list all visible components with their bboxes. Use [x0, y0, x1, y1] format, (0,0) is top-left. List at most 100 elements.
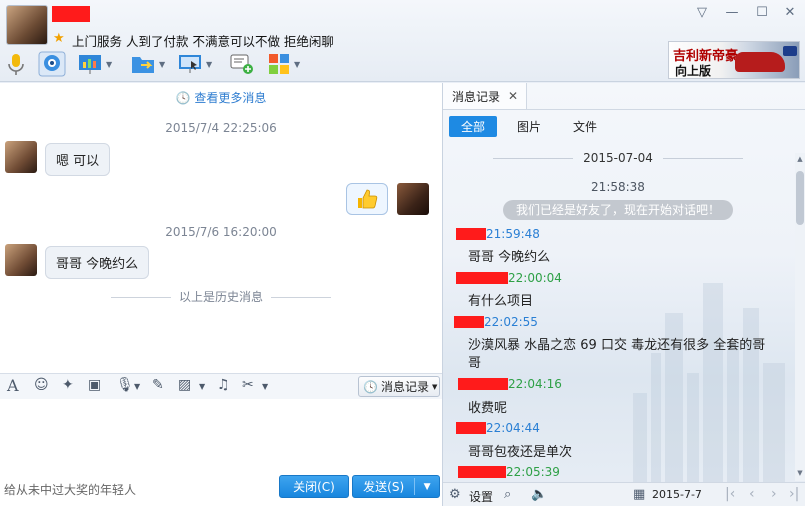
message-bubble-self	[346, 183, 388, 215]
remote-demo-button[interactable]: ▼	[78, 50, 112, 78]
sender-name-redacted	[458, 378, 508, 390]
screenshot-scissors-icon[interactable]: ✂	[242, 377, 254, 393]
tab-underline	[527, 109, 805, 110]
apps-button[interactable]: ▼	[268, 50, 300, 78]
chevron-down-icon[interactable]: ▼	[106, 60, 112, 69]
message-history-button[interactable]: 🕓 消息记录 ▼	[358, 376, 440, 397]
minimize-icon[interactable]: —	[722, 5, 742, 20]
voice-call-button[interactable]	[6, 50, 26, 78]
contact-avatar[interactable]	[6, 5, 48, 45]
prev-page-icon[interactable]: ‹	[749, 486, 755, 502]
voice-message-icon[interactable]: 🎙	[116, 377, 134, 393]
input-placeholder: 给从未中过大奖的年轻人	[4, 483, 137, 497]
contact-avatar-small[interactable]	[5, 141, 37, 173]
presentation-chart-icon	[79, 55, 101, 74]
star-icon: ★	[53, 31, 65, 46]
scrollbar-thumb[interactable]	[796, 171, 804, 225]
chevron-down-icon[interactable]: ▼	[159, 60, 165, 69]
tab-message-history[interactable]: 消息记录 ✕	[443, 83, 527, 110]
history-message: 收费呢	[468, 401, 508, 416]
history-message: 哥哥 今晚约么	[468, 250, 551, 265]
dropdown-menu-icon[interactable]: ▽	[692, 5, 712, 20]
scroll-up-icon[interactable]: ▲	[795, 155, 805, 163]
my-avatar[interactable]	[397, 183, 429, 215]
entry-time: 22:00:04	[508, 271, 562, 285]
sender-name-redacted	[458, 466, 506, 478]
chevron-down-icon[interactable]: ▼	[294, 60, 300, 69]
history-timestamp: 21:58:38	[591, 180, 645, 194]
chevron-down-icon[interactable]: ▼	[199, 382, 205, 391]
send-file-button[interactable]: ▼	[131, 50, 165, 78]
microphone-icon	[8, 54, 24, 75]
history-entry-header: 22:04:44	[456, 421, 540, 435]
last-page-icon[interactable]: ›|	[789, 486, 799, 502]
chat-message-area[interactable]: 🕓 查看更多消息 2015/7/4 22:25:06 嗯 可以 2015/7/6…	[0, 83, 442, 373]
view-more-messages-link[interactable]: 🕓 查看更多消息	[0, 89, 442, 106]
remote-assistance-button[interactable]: ▼	[178, 50, 212, 78]
magic-wand-icon[interactable]: ✦	[62, 377, 74, 393]
message-bubble: 哥哥 今晚约么	[45, 246, 150, 279]
send-label: 发送(S)	[363, 480, 405, 494]
speaker-icon[interactable]: 🔈	[531, 487, 547, 502]
music-icon[interactable]: ♫	[217, 377, 230, 393]
filter-all[interactable]: 全部	[449, 116, 497, 137]
history-message: 哥哥包夜还是单次	[468, 445, 573, 460]
message-timestamp: 2015/7/6 16:20:00	[165, 225, 277, 239]
close-button[interactable]: 关闭(C)	[279, 475, 349, 498]
chat-window-header: ★ 上门服务 人到了付款 不满意可以不做 拒绝闲聊 ▽ — ☐ ✕ 吉利新帝豪 …	[0, 0, 805, 82]
thumbs-up-icon	[358, 189, 378, 209]
view-more-label: 查看更多消息	[194, 91, 267, 105]
history-entry-header: 21:59:48	[456, 227, 540, 241]
chevron-down-icon[interactable]: ▼	[262, 382, 268, 391]
date-separator: 2015-07-04	[443, 151, 793, 165]
history-scrollbar[interactable]: ▲ ▼	[795, 153, 805, 481]
send-button[interactable]: 发送(S) ▼	[352, 475, 440, 498]
sender-name-redacted	[454, 316, 484, 328]
message-input[interactable]: 给从未中过大奖的年轻人 关闭(C) 发送(S) ▼	[0, 399, 442, 506]
sender-name-redacted	[456, 228, 486, 240]
settings-label[interactable]: 设置	[469, 488, 493, 505]
shake-window-icon[interactable]: ▣	[88, 377, 101, 393]
emoji-icon[interactable]: ☺	[34, 377, 49, 393]
apps-grid-icon	[269, 54, 289, 74]
message-history-panel: 消息记录 ✕ 全部 图片 文件 2015-07-04 21:58:38 我们已经…	[443, 83, 805, 506]
entry-time: 22:04:16	[508, 377, 562, 391]
webcam-icon	[38, 51, 66, 77]
input-toolbar: A ☺ ✦ ▣ 🎙 ▼ ✎ ▨ ▼ ♫ ✂ ▼ 🕓 消息记录 ▼	[0, 373, 442, 399]
history-footer: ⚙ 设置 ⌕ 🔈 ▦ 2015-7-7 |‹ ‹ › ›|	[443, 482, 805, 506]
history-entry-header: 22:00:04	[456, 271, 562, 285]
image-icon[interactable]: ▨	[178, 377, 191, 393]
entry-time: 21:59:48	[486, 227, 540, 241]
sender-name-redacted	[456, 272, 508, 284]
close-tab-icon[interactable]: ✕	[508, 89, 518, 103]
video-call-button[interactable]	[38, 50, 66, 78]
entry-time: 22:05:39	[506, 465, 560, 479]
calendar-icon[interactable]: ▦	[633, 487, 645, 502]
car-image	[735, 52, 785, 72]
message-bubble: 嗯 可以	[45, 143, 111, 176]
chevron-down-icon[interactable]: ▼	[206, 60, 212, 69]
first-page-icon[interactable]: |‹	[725, 486, 735, 502]
chevron-down-icon[interactable]: ▼	[134, 382, 140, 391]
filter-files[interactable]: 文件	[561, 116, 609, 137]
filter-images[interactable]: 图片	[505, 116, 553, 137]
history-entry-header: 22:02:55	[454, 315, 538, 329]
scroll-down-icon[interactable]: ▼	[795, 469, 805, 477]
history-message: 沙漠风暴 水晶之恋 69 口交 毒龙还有很多 全套的哥哥	[468, 338, 766, 371]
create-discussion-button[interactable]	[230, 50, 254, 78]
chat-add-icon	[230, 54, 253, 74]
send-options-chevron-icon[interactable]: ▼	[415, 482, 439, 492]
maximize-icon[interactable]: ☐	[752, 5, 772, 20]
gear-icon[interactable]: ⚙	[449, 487, 461, 502]
close-window-icon[interactable]: ✕	[780, 5, 800, 20]
sender-name-redacted	[456, 422, 486, 434]
message-timestamp: 2015/7/4 22:25:06	[165, 121, 277, 135]
search-icon[interactable]: ⌕	[504, 487, 511, 502]
font-icon[interactable]: A	[7, 376, 19, 395]
next-page-icon[interactable]: ›	[771, 486, 777, 502]
contact-signature: 上门服务 人到了付款 不满意可以不做 拒绝闲聊	[72, 34, 334, 49]
current-date: 2015-7-7	[652, 488, 702, 501]
edit-icon[interactable]: ✎	[152, 377, 164, 393]
contact-avatar-small[interactable]	[5, 244, 37, 276]
advertisement-banner[interactable]: 吉利新帝豪 向上版	[668, 41, 800, 79]
